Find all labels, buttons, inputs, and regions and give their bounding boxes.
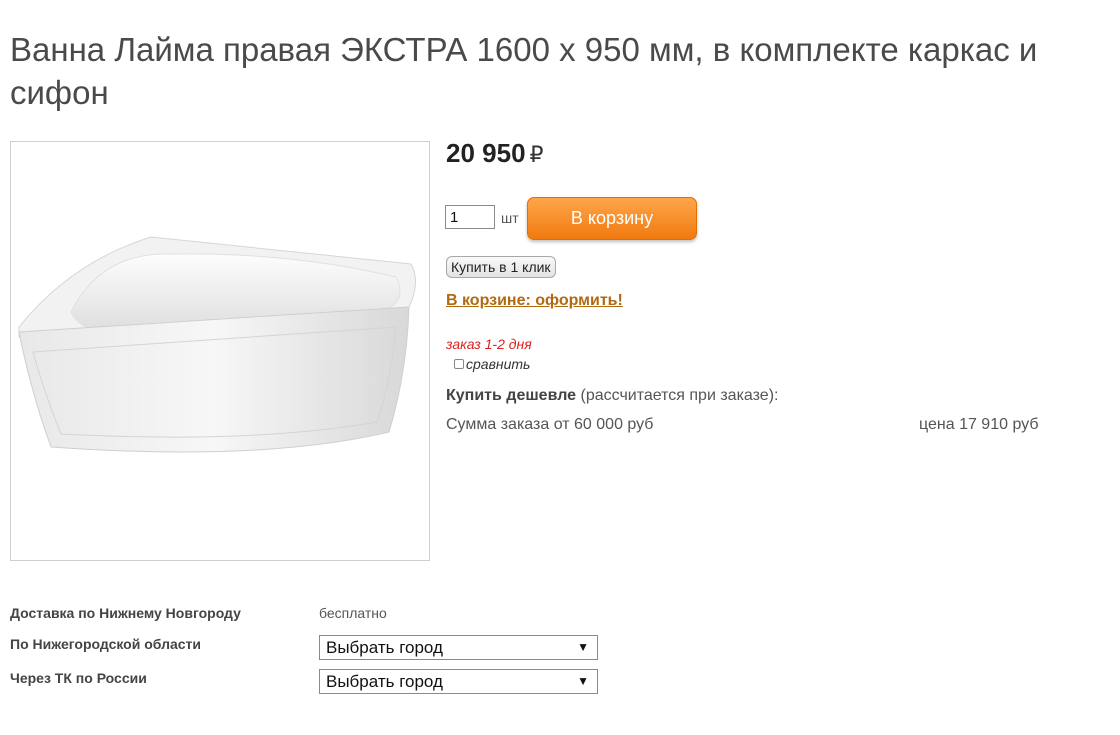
order-time-note: заказ 1-2 дня	[446, 336, 532, 352]
discount-price: цена 17 910 руб	[919, 416, 1039, 433]
buy-cheaper-info: Купить дешевле (рассчитается при заказе)…	[446, 387, 778, 405]
russia-city-select-value: Выбрать город	[326, 672, 443, 691]
buy-one-click-button[interactable]: Купить в 1 клик	[446, 256, 556, 278]
in-cart-checkout-link[interactable]: В корзине: оформить!	[446, 292, 623, 310]
product-image[interactable]	[10, 141, 430, 561]
compare-checkbox[interactable]	[454, 359, 464, 369]
compare-toggle[interactable]: сравнить	[454, 356, 530, 372]
dropdown-arrow-icon: ▼	[577, 640, 589, 654]
add-to-cart-button[interactable]: В корзину	[527, 197, 697, 240]
discount-condition: Сумма заказа от 60 000 руб	[446, 416, 654, 433]
russia-city-select[interactable]: Выбрать город ▼	[319, 669, 598, 694]
price-value: 20 950	[446, 138, 526, 168]
delivery-region-label: По Нижегородской области	[10, 636, 202, 652]
quantity-unit: шт	[501, 210, 519, 226]
quantity-input[interactable]	[445, 205, 495, 229]
delivery-russia-label: Через ТК по России	[10, 670, 147, 686]
buy-cheaper-note: (рассчитается при заказе):	[580, 387, 779, 404]
delivery-city-label: Доставка по Нижнему Новгороду	[10, 605, 241, 621]
product-price: 20 950 ₽	[446, 138, 544, 169]
dropdown-arrow-icon: ▼	[577, 674, 589, 688]
delivery-city-value: бесплатно	[319, 605, 387, 621]
region-city-select[interactable]: Выбрать город ▼	[319, 635, 598, 660]
region-city-select-value: Выбрать город	[326, 638, 443, 657]
currency-icon: ₽	[529, 142, 544, 167]
buy-cheaper-heading: Купить дешевле	[446, 387, 577, 404]
product-title: Ванна Лайма правая ЭКСТРА 1600 х 950 мм,…	[10, 31, 1038, 111]
bathtub-illustration	[18, 236, 416, 453]
compare-label: сравнить	[466, 356, 531, 372]
